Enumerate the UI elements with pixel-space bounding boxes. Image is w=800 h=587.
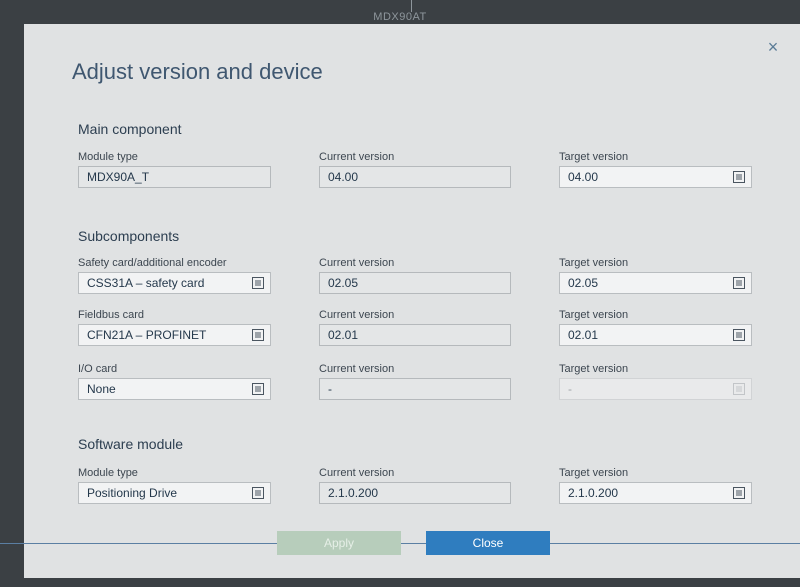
io-current-version-label: Current version <box>319 363 395 375</box>
list-icon[interactable] <box>733 277 745 289</box>
fieldbus-target-version-value: 02.01 <box>568 328 599 342</box>
section-title-main: Main component <box>78 121 182 137</box>
io-card-value: None <box>87 382 116 396</box>
close-button[interactable]: Close <box>426 531 550 555</box>
backdrop-title: MDX90AT <box>373 11 427 23</box>
apply-button[interactable]: Apply <box>277 531 401 555</box>
dialog-title: Adjust version and device <box>72 59 323 84</box>
main-current-version-field: 04.00 <box>319 166 511 188</box>
fieldbus-current-version-label: Current version <box>319 309 395 321</box>
main-module-type-label: Module type <box>78 151 138 163</box>
safety-current-version-label: Current version <box>319 257 395 269</box>
list-icon[interactable] <box>733 487 745 499</box>
safety-card-label: Safety card/additional encoder <box>78 257 227 269</box>
software-module-type-value: Positioning Drive <box>87 486 178 500</box>
close-icon[interactable]: × <box>764 38 782 56</box>
io-card-select[interactable]: None <box>78 378 271 400</box>
list-icon <box>733 383 745 395</box>
safety-current-version-field: 02.05 <box>319 272 511 294</box>
main-module-type-field: MDX90A_T <box>78 166 271 188</box>
main-current-version-label: Current version <box>319 151 395 163</box>
main-target-version-label: Target version <box>559 151 629 163</box>
list-icon[interactable] <box>252 329 264 341</box>
fieldbus-current-version-field: 02.01 <box>319 324 511 346</box>
software-module-type-label: Module type <box>78 467 138 479</box>
safety-card-select[interactable]: CSS31A – safety card <box>78 272 271 294</box>
section-title-software: Software module <box>78 436 184 452</box>
section-title-subcomponents: Subcomponents <box>78 228 180 244</box>
list-icon[interactable] <box>733 329 745 341</box>
list-icon[interactable] <box>252 383 264 395</box>
fieldbus-card-value: CFN21A – PROFINET <box>87 328 207 342</box>
software-current-version-field: 2.1.0.200 <box>319 482 511 504</box>
fieldbus-card-label: Fieldbus card <box>78 309 145 321</box>
safety-card-value: CSS31A – safety card <box>87 276 205 290</box>
fieldbus-target-version-select[interactable]: 02.01 <box>559 324 752 346</box>
software-target-version-label: Target version <box>559 467 629 479</box>
io-target-version-value: - <box>568 382 572 396</box>
list-icon[interactable] <box>252 277 264 289</box>
adjust-version-dialog: × Adjust version and device Main compone… <box>24 24 800 578</box>
io-current-version-field: - <box>319 378 511 400</box>
io-target-version-select: - <box>559 378 752 400</box>
list-icon[interactable] <box>733 171 745 183</box>
io-card-label: I/O card <box>78 363 118 375</box>
fieldbus-target-version-label: Target version <box>559 309 629 321</box>
software-module-type-select[interactable]: Positioning Drive <box>78 482 271 504</box>
software-target-version-select[interactable]: 2.1.0.200 <box>559 482 752 504</box>
io-target-version-label: Target version <box>559 363 629 375</box>
safety-target-version-select[interactable]: 02.05 <box>559 272 752 294</box>
safety-target-version-label: Target version <box>559 257 629 269</box>
main-target-version-value: 04.00 <box>568 170 599 184</box>
software-current-version-label: Current version <box>319 467 395 479</box>
software-target-version-value: 2.1.0.200 <box>568 486 619 500</box>
list-icon[interactable] <box>252 487 264 499</box>
safety-target-version-value: 02.05 <box>568 276 599 290</box>
fieldbus-card-select[interactable]: CFN21A – PROFINET <box>78 324 271 346</box>
main-target-version-select[interactable]: 04.00 <box>559 166 752 188</box>
